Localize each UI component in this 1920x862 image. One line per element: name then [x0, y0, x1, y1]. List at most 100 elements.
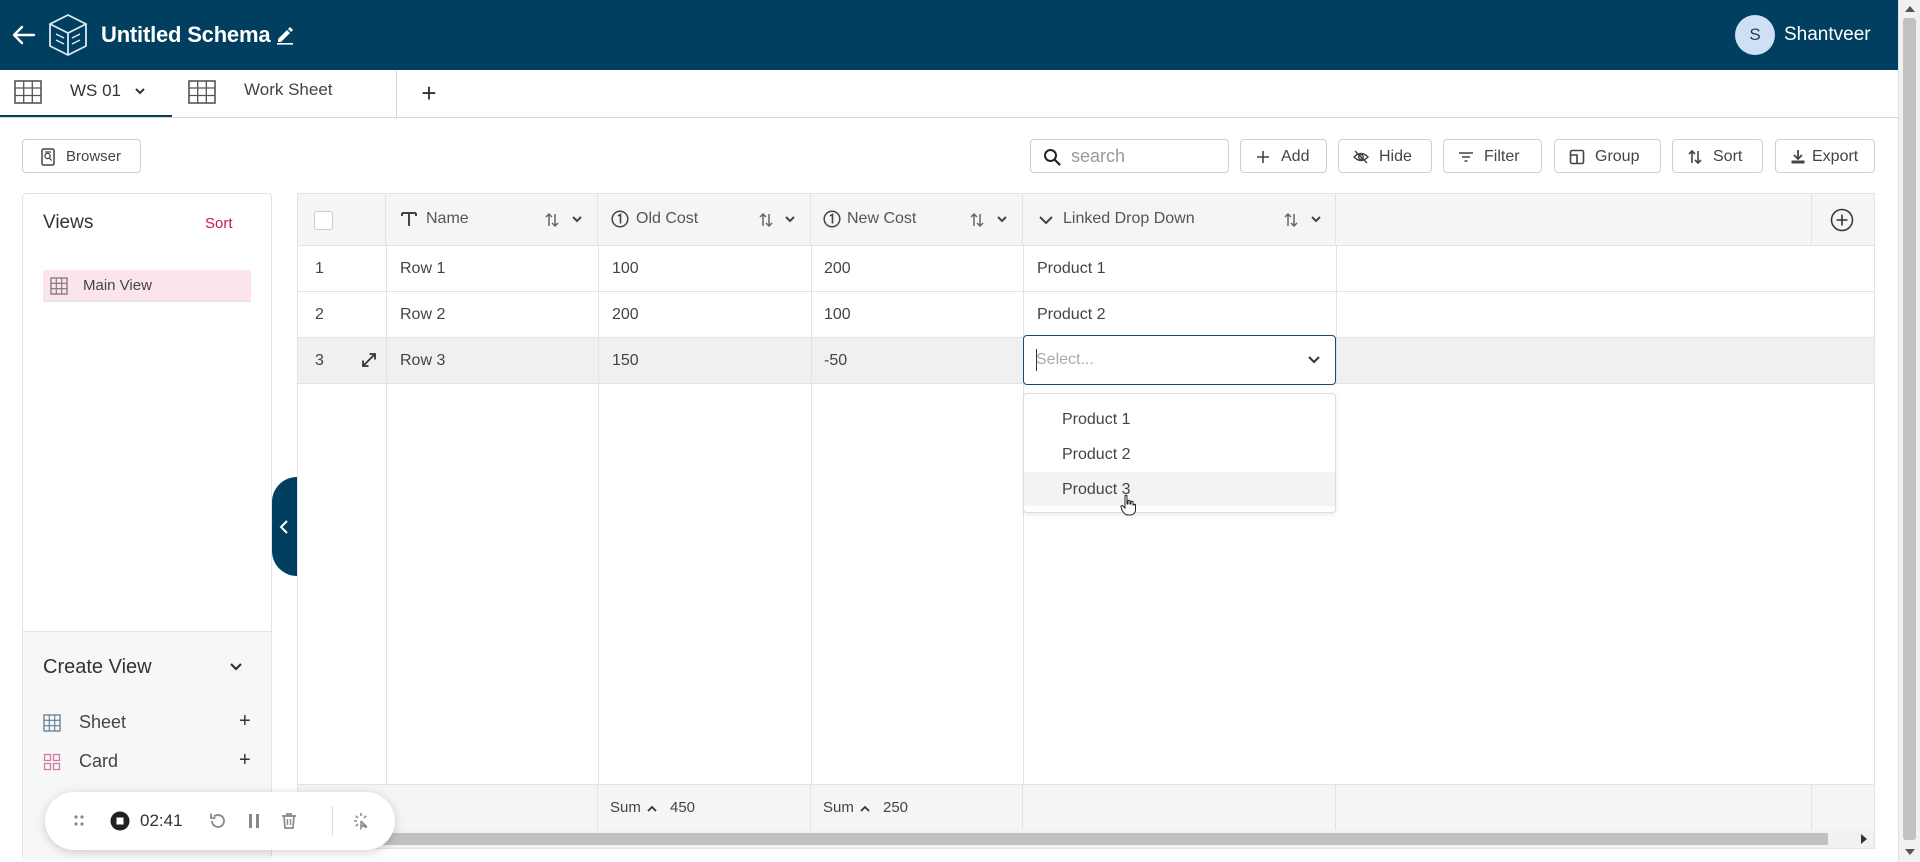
back-arrow-icon[interactable] [10, 20, 38, 50]
chevron-down-icon[interactable] [229, 662, 243, 672]
chevron-down-icon[interactable] [784, 214, 796, 224]
drag-handle-icon[interactable] [69, 811, 89, 831]
group-button[interactable]: Group [1554, 139, 1661, 173]
cell-new-cost[interactable]: -50 [824, 338, 847, 383]
stop-recording-icon[interactable] [110, 811, 130, 831]
add-label: Add [1281, 148, 1310, 165]
schema-title: Untitled Schema [101, 22, 271, 47]
cell-new-cost[interactable]: 100 [824, 292, 851, 337]
row-number: 3 [315, 352, 324, 369]
tab-work-sheet[interactable]: Work Sheet [172, 70, 397, 117]
table-icon [188, 80, 216, 104]
number-type-icon [823, 210, 841, 228]
cell-name[interactable]: Row 1 [400, 246, 445, 291]
column-divider [598, 246, 599, 784]
tab-label: WS 01 [70, 81, 122, 100]
cell-old-cost[interactable]: 100 [612, 246, 639, 291]
scroll-up-arrow-icon[interactable] [1905, 5, 1915, 13]
tab-label: Work Sheet [244, 80, 333, 99]
pause-icon[interactable] [244, 811, 264, 831]
cell-name[interactable]: Row 3 [400, 338, 445, 383]
dropdown-option-product-3[interactable]: Product 3 [1024, 472, 1335, 506]
create-sheet-view[interactable]: Sheet + [43, 710, 253, 736]
add-column-icon[interactable] [1830, 208, 1854, 232]
column-label: New Cost [847, 210, 917, 227]
select-all-checkbox[interactable] [314, 211, 333, 230]
chevron-up-icon[interactable] [646, 804, 658, 813]
worksheet-tabs: WS 01 Work Sheet + [0, 70, 1898, 118]
chevron-down-icon[interactable] [996, 214, 1008, 224]
footer-old-cost-sum[interactable]: Sum 450 [598, 785, 811, 831]
view-item-main-view[interactable]: Main View [43, 270, 251, 302]
trash-icon[interactable] [279, 811, 299, 831]
restart-icon[interactable] [208, 811, 228, 831]
hand-cursor-icon [1120, 494, 1136, 516]
scrollbar-thumb[interactable] [1903, 18, 1916, 840]
views-sort-link[interactable]: Sort [205, 215, 233, 232]
cell-old-cost[interactable]: 200 [612, 292, 639, 337]
dropdown-option-product-1[interactable]: Product 1 [1024, 402, 1335, 436]
add-button[interactable]: Add [1240, 139, 1327, 173]
header-old-cost[interactable]: Old Cost [598, 194, 811, 246]
linked-dropdown-select[interactable]: Select... [1023, 335, 1336, 385]
expand-row-icon[interactable] [360, 351, 378, 369]
sum-label: Sum [823, 799, 854, 816]
export-button[interactable]: Export [1775, 139, 1875, 173]
search-icon [1044, 149, 1061, 166]
plus-icon[interactable]: + [239, 749, 251, 772]
tab-ws-01[interactable]: WS 01 [0, 70, 172, 117]
views-title: Views [43, 212, 94, 233]
add-tab-button[interactable]: + [416, 80, 442, 106]
screen-recorder-widget: 02:41 [45, 792, 395, 850]
vertical-scrollbar[interactable] [1898, 0, 1920, 862]
table-row[interactable]: 2 Row 2 200 100 Product 2 [298, 292, 1874, 338]
chevron-down-icon[interactable] [1310, 214, 1322, 224]
app-header: Untitled Schema S Shantveer [0, 0, 1898, 70]
cell-linked-drop-down[interactable]: Product 2 [1037, 292, 1105, 337]
filter-label: Filter [1484, 148, 1520, 165]
collapse-panel-button[interactable] [272, 477, 297, 576]
chevron-down-icon[interactable] [134, 86, 146, 96]
column-divider [1336, 246, 1337, 384]
search-box[interactable] [1030, 139, 1229, 173]
sort-button[interactable]: Sort [1672, 139, 1763, 173]
header-new-cost[interactable]: New Cost [811, 194, 1023, 246]
chevron-up-icon[interactable] [859, 804, 871, 813]
plus-icon[interactable]: + [239, 710, 251, 733]
chevron-down-icon[interactable] [1307, 355, 1321, 365]
sort-icon[interactable] [757, 211, 775, 229]
scrollbar-thumb[interactable] [348, 833, 1828, 845]
cell-old-cost[interactable]: 150 [612, 338, 639, 383]
sort-icon[interactable] [968, 211, 986, 229]
cell-name[interactable]: Row 2 [400, 292, 445, 337]
filter-button[interactable]: Filter [1443, 139, 1542, 173]
column-divider [386, 246, 387, 784]
table-row[interactable]: 1 Row 1 100 200 Product 1 [298, 246, 1874, 292]
column-label: Name [426, 210, 469, 227]
header-name[interactable]: Name [386, 194, 598, 246]
create-view-title: Create View [43, 656, 152, 678]
footer-new-cost-sum[interactable]: Sum 250 [811, 785, 1023, 831]
browser-label: Browser [66, 148, 122, 165]
chevron-down-icon[interactable] [571, 214, 583, 224]
sort-icon[interactable] [543, 211, 561, 229]
click-effect-icon[interactable] [351, 811, 371, 831]
header-linked-drop-down[interactable]: Linked Drop Down [1023, 194, 1336, 246]
edit-pencil-icon[interactable] [275, 25, 295, 45]
sort-icon[interactable] [1282, 211, 1300, 229]
browser-button[interactable]: Browser [22, 139, 141, 173]
eye-off-icon [1353, 150, 1369, 164]
cell-new-cost[interactable]: 200 [824, 246, 851, 291]
cell-linked-drop-down[interactable]: Product 1 [1037, 246, 1105, 291]
create-card-view[interactable]: Card + [43, 749, 253, 775]
search-input[interactable] [1071, 145, 1221, 167]
dropdown-option-product-2[interactable]: Product 2 [1024, 437, 1335, 471]
scroll-right-arrow-icon[interactable] [1860, 834, 1868, 844]
username[interactable]: Shantveer [1784, 24, 1871, 46]
scroll-down-arrow-icon[interactable] [1905, 848, 1915, 856]
horizontal-scrollbar[interactable] [298, 830, 1874, 848]
sum-value: 250 [883, 799, 909, 816]
hide-button[interactable]: Hide [1338, 139, 1432, 173]
column-divider [811, 246, 812, 784]
user-avatar[interactable]: S [1735, 15, 1775, 55]
